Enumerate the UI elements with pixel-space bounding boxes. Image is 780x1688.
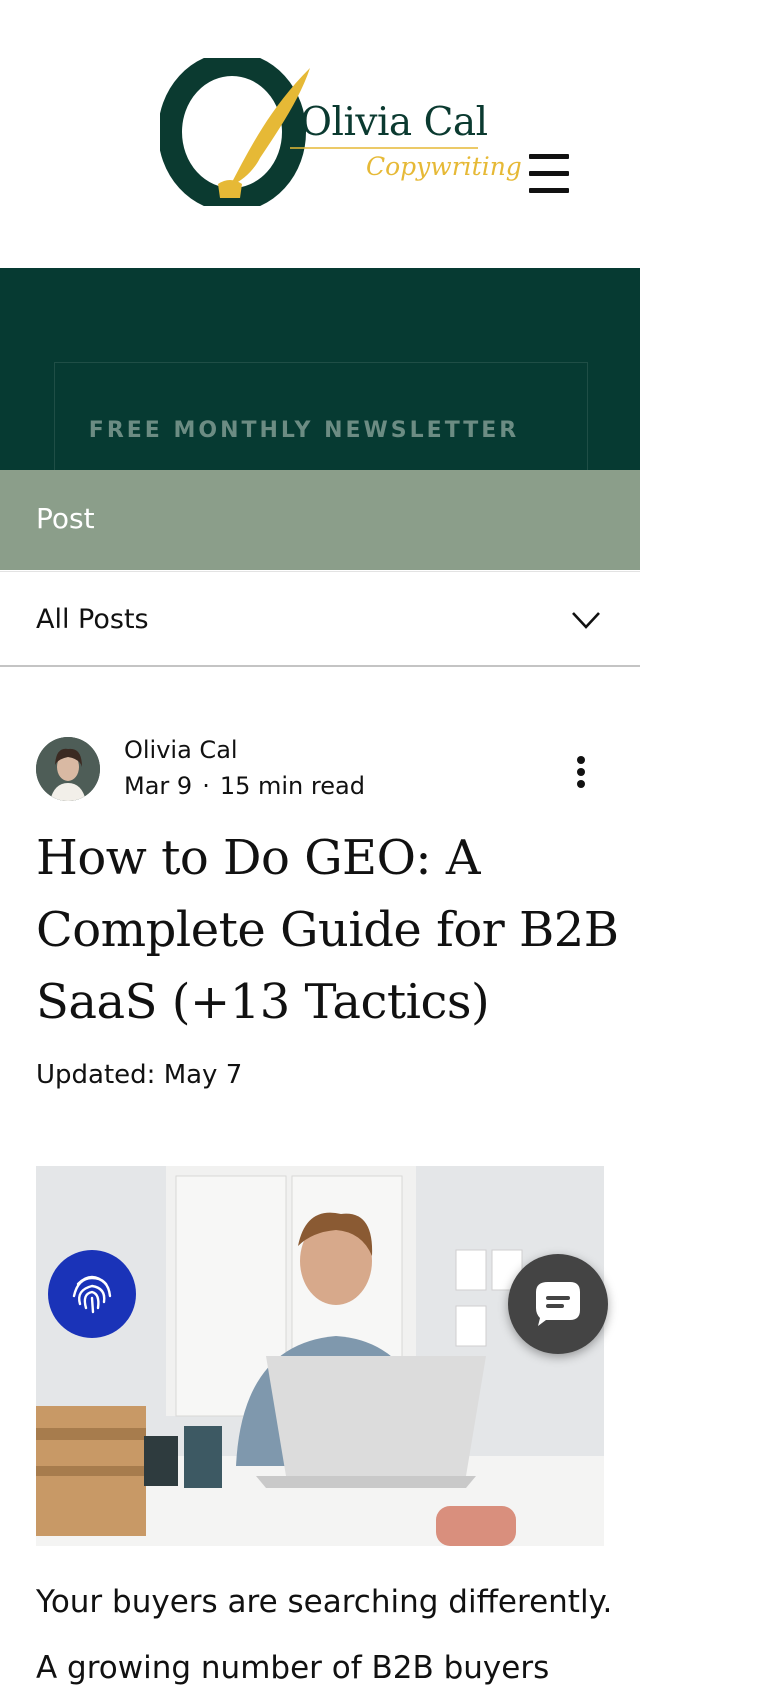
post-paragraph-1: Your buyers are searching differently.	[36, 1584, 613, 1620]
post-header-bar: Post	[0, 470, 640, 570]
more-vertical-icon[interactable]	[566, 752, 596, 802]
fingerprint-icon[interactable]	[48, 1250, 136, 1338]
read-time: 15 min read	[219, 772, 365, 800]
brand-tagline: Copywriting	[366, 152, 522, 181]
brand-name: Olivia Cal	[300, 100, 488, 145]
chevron-down-icon	[572, 612, 600, 629]
author-avatar[interactable]	[36, 737, 100, 801]
post-paragraph-2: A growing number of B2B buyers	[36, 1650, 550, 1686]
post-title: How to Do GEO: A Complete Guide for B2B …	[36, 830, 619, 1030]
meta-separator: ·	[202, 772, 210, 800]
hero-image	[36, 1166, 604, 1546]
category-filter-label: All Posts	[36, 604, 149, 635]
category-filter-dropdown[interactable]: All Posts	[0, 571, 640, 667]
newsletter-box	[54, 362, 588, 470]
fingerprint-glyph	[72, 1275, 112, 1314]
avatar-image	[36, 737, 100, 801]
updated-date: Updated: May 7	[36, 1060, 243, 1090]
post-date: Mar 9	[124, 772, 193, 800]
post-meta: Mar 9 · 15 min read	[124, 772, 365, 800]
newsletter-banner[interactable]: FREE MONTHLY NEWSLETTER	[0, 268, 640, 470]
chat-glyph	[536, 1282, 580, 1326]
author-name[interactable]: Olivia Cal	[124, 736, 238, 764]
chat-bubble-icon[interactable]	[508, 1254, 608, 1354]
newsletter-text: FREE MONTHLY NEWSLETTER	[88, 418, 520, 443]
post-header-label: Post	[36, 502, 95, 535]
hamburger-menu-icon[interactable]	[526, 152, 570, 196]
